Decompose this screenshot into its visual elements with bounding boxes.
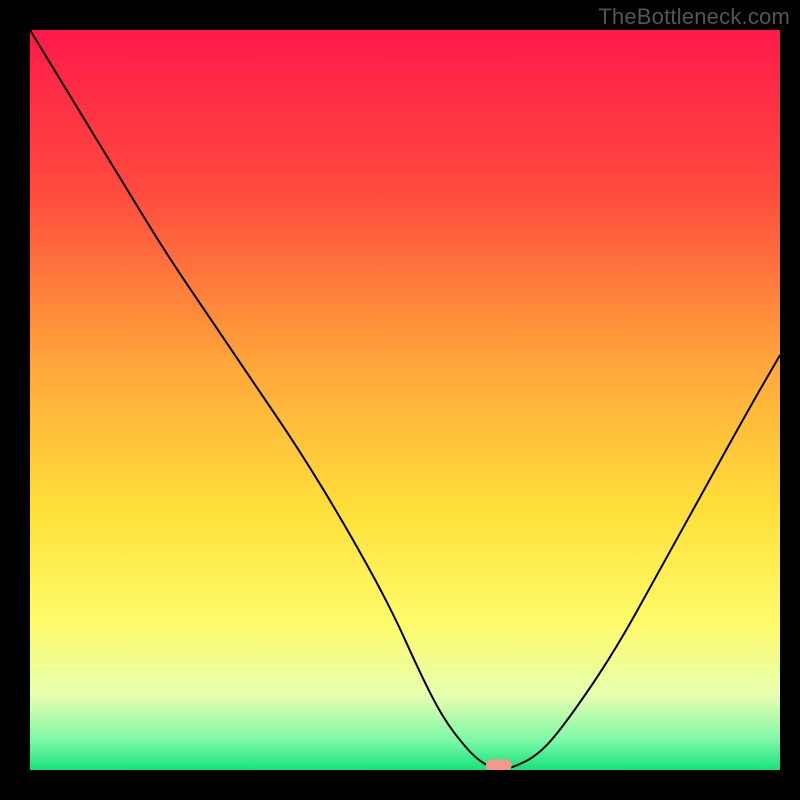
bottleneck-chart: [30, 30, 780, 770]
optimal-point-marker: [486, 759, 512, 770]
watermark-text: TheBottleneck.com: [598, 4, 790, 30]
chart-background: [30, 30, 780, 770]
chart-svg: [30, 30, 780, 770]
